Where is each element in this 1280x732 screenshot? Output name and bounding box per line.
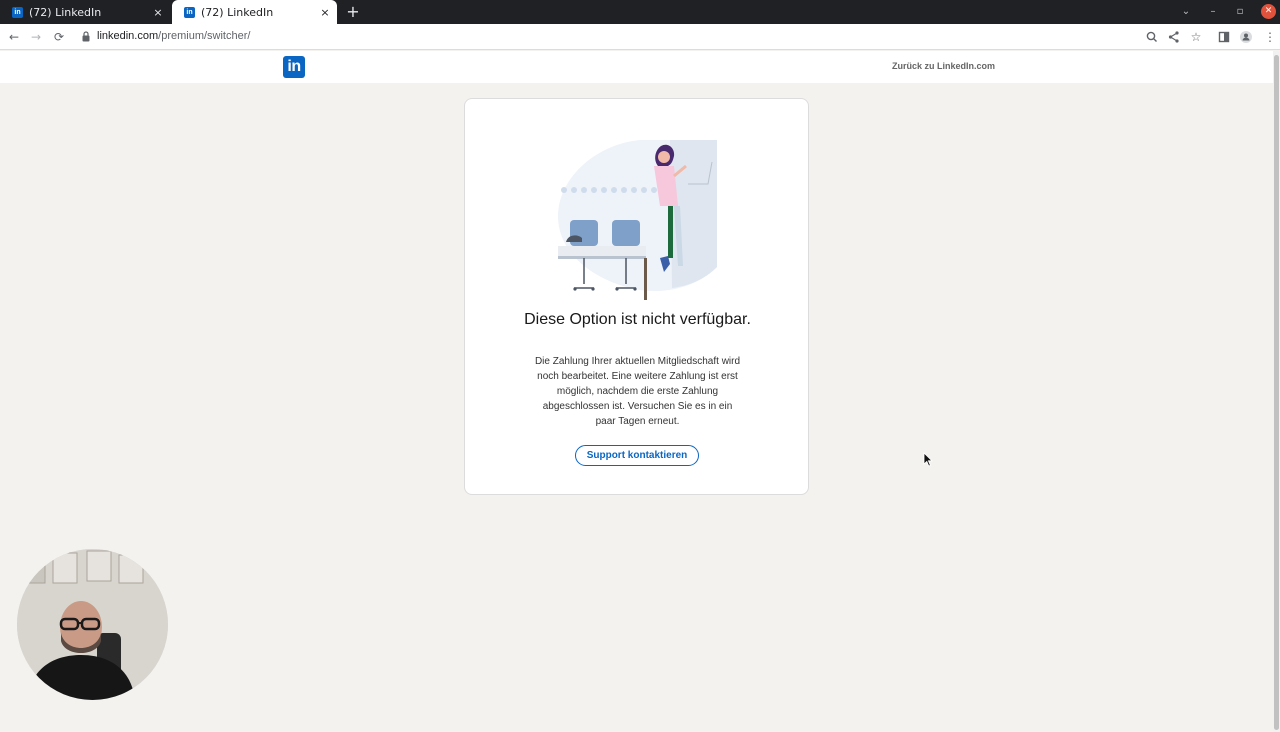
tab-search-chevron-icon[interactable]: ⌄	[1177, 3, 1195, 21]
browser-tab-1[interactable]: in (72) LinkedIn ×	[0, 0, 170, 24]
minimize-window-icon[interactable]: –	[1204, 3, 1222, 21]
profile-avatar-icon[interactable]	[1237, 28, 1255, 46]
reload-icon[interactable]: ⟳	[50, 28, 68, 46]
dialog-title: Diese Option ist nicht verfügbar.	[524, 311, 751, 328]
close-tab-icon[interactable]: ×	[150, 6, 166, 19]
webcam-overlay	[17, 549, 168, 700]
mouse-cursor-icon	[923, 452, 933, 467]
close-window-icon[interactable]: ✕	[1261, 4, 1276, 19]
unavailable-option-card: Diese Option ist nicht verfügbar. Die Za…	[464, 98, 809, 495]
maximize-window-icon[interactable]: ▫	[1231, 3, 1249, 21]
dialog-message: Die Zahlung Ihrer aktuellen Mitgliedscha…	[534, 356, 741, 427]
zoom-icon[interactable]	[1143, 28, 1161, 46]
side-panel-icon[interactable]	[1215, 28, 1233, 46]
bookmark-star-icon[interactable]: ☆	[1187, 28, 1205, 46]
share-icon[interactable]	[1165, 28, 1183, 46]
address-bar[interactable]: linkedin.com/premium/switcher/	[97, 30, 250, 42]
close-tab-icon[interactable]: ×	[317, 6, 333, 19]
presenter-video-icon	[17, 549, 168, 700]
waiting-room-illustration-icon	[558, 140, 717, 300]
url-path: /premium/switcher/	[158, 30, 251, 42]
menu-kebab-icon[interactable]: ⋮	[1261, 28, 1279, 46]
linkedin-logo[interactable]: in	[283, 56, 305, 78]
tab-title: (72) LinkedIn	[201, 5, 274, 19]
browser-tab-2-active[interactable]: in (72) LinkedIn ×	[172, 0, 337, 24]
tab-title: (72) LinkedIn	[29, 5, 102, 19]
scrollbar-thumb[interactable]	[1274, 55, 1279, 730]
linkedin-favicon-icon: in	[12, 6, 23, 18]
new-tab-button[interactable]: +	[344, 2, 362, 22]
url-domain: linkedin.com	[97, 30, 159, 42]
linkedin-favicon-icon: in	[184, 6, 195, 18]
lock-icon	[82, 31, 90, 42]
scrollbar[interactable]	[1273, 51, 1280, 732]
browser-tab-bar: in (72) LinkedIn × in (72) LinkedIn × + …	[0, 0, 1280, 24]
linkedin-header: in Zurück zu LinkedIn.com	[0, 51, 1273, 83]
contact-support-button[interactable]: Support kontaktieren	[575, 445, 699, 466]
back-to-linkedin-link[interactable]: Zurück zu LinkedIn.com	[892, 61, 995, 71]
browser-toolbar: ← → ⟳ linkedin.com/premium/switcher/ ☆ ⋮	[0, 24, 1280, 50]
back-arrow-icon[interactable]: ←	[5, 28, 23, 46]
forward-arrow-icon[interactable]: →	[27, 28, 45, 46]
